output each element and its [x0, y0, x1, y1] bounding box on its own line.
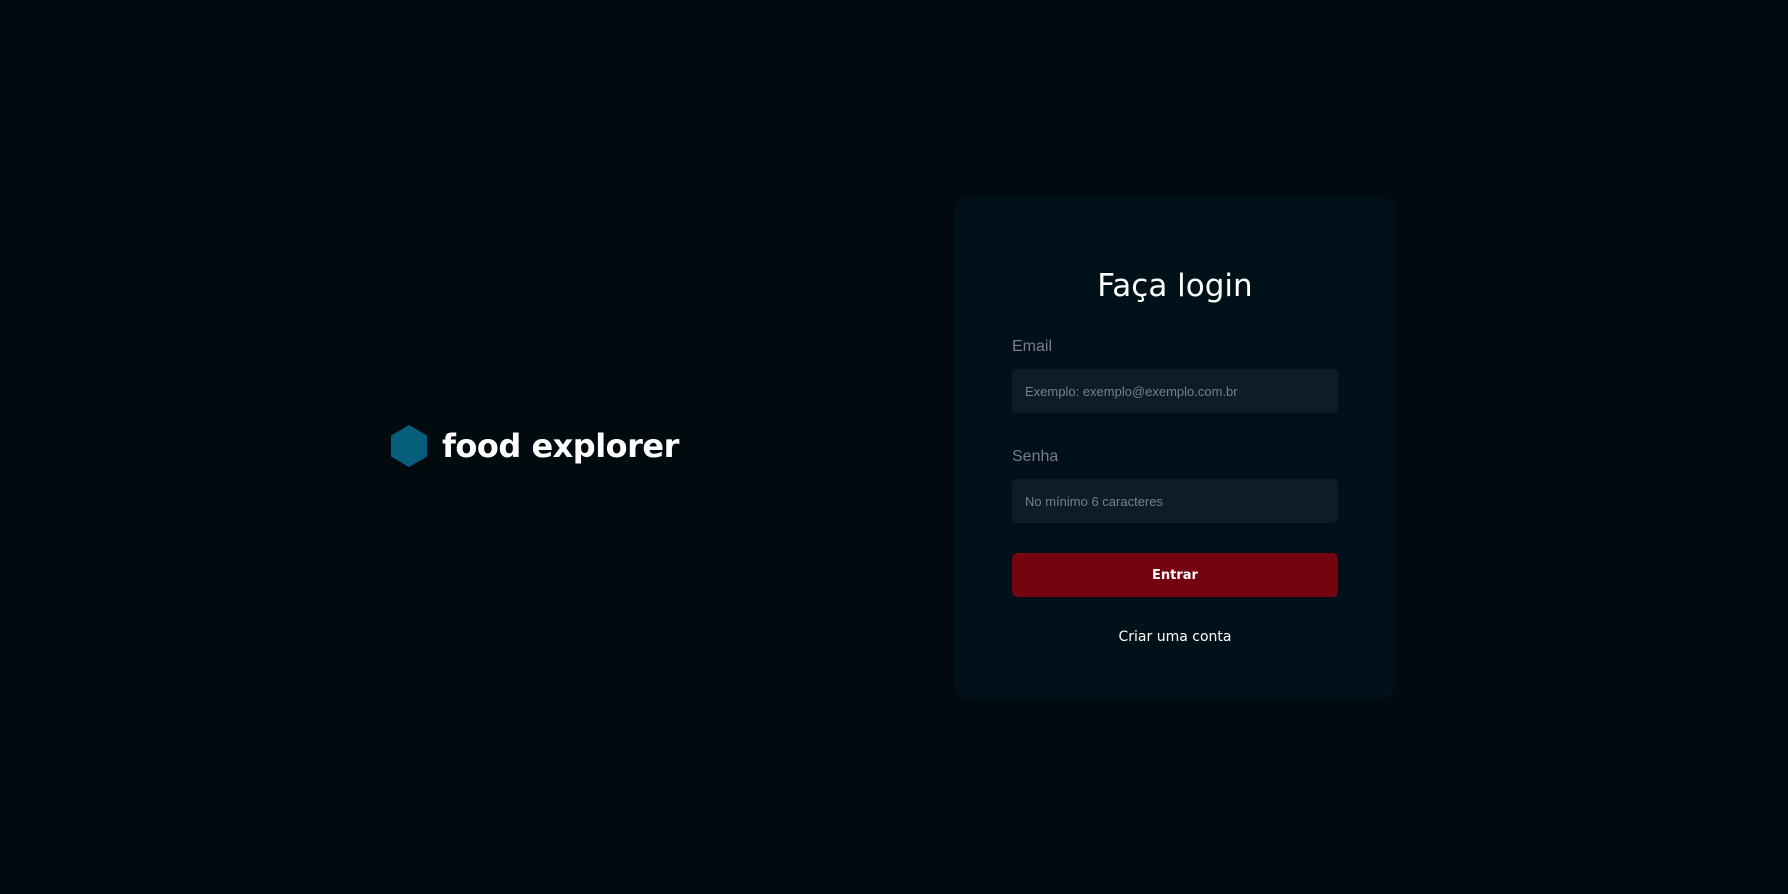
page-title: Faça login	[1097, 268, 1253, 304]
brand-name: food explorer	[442, 427, 679, 465]
login-button[interactable]: Entrar	[1012, 553, 1338, 597]
create-account-link[interactable]: Criar uma conta	[1012, 629, 1338, 645]
hexagon-icon	[391, 425, 427, 467]
brand-logo: food explorer	[390, 424, 679, 468]
email-label: Email	[1012, 338, 1053, 355]
password-label: Senha	[1012, 448, 1059, 465]
email-field[interactable]	[1012, 369, 1338, 413]
login-card: Faça login Email Senha Entrar Criar uma …	[954, 196, 1396, 699]
password-field[interactable]	[1012, 479, 1338, 523]
sign-in-page: food explorer Faça login Email Senha Ent…	[0, 0, 1788, 894]
